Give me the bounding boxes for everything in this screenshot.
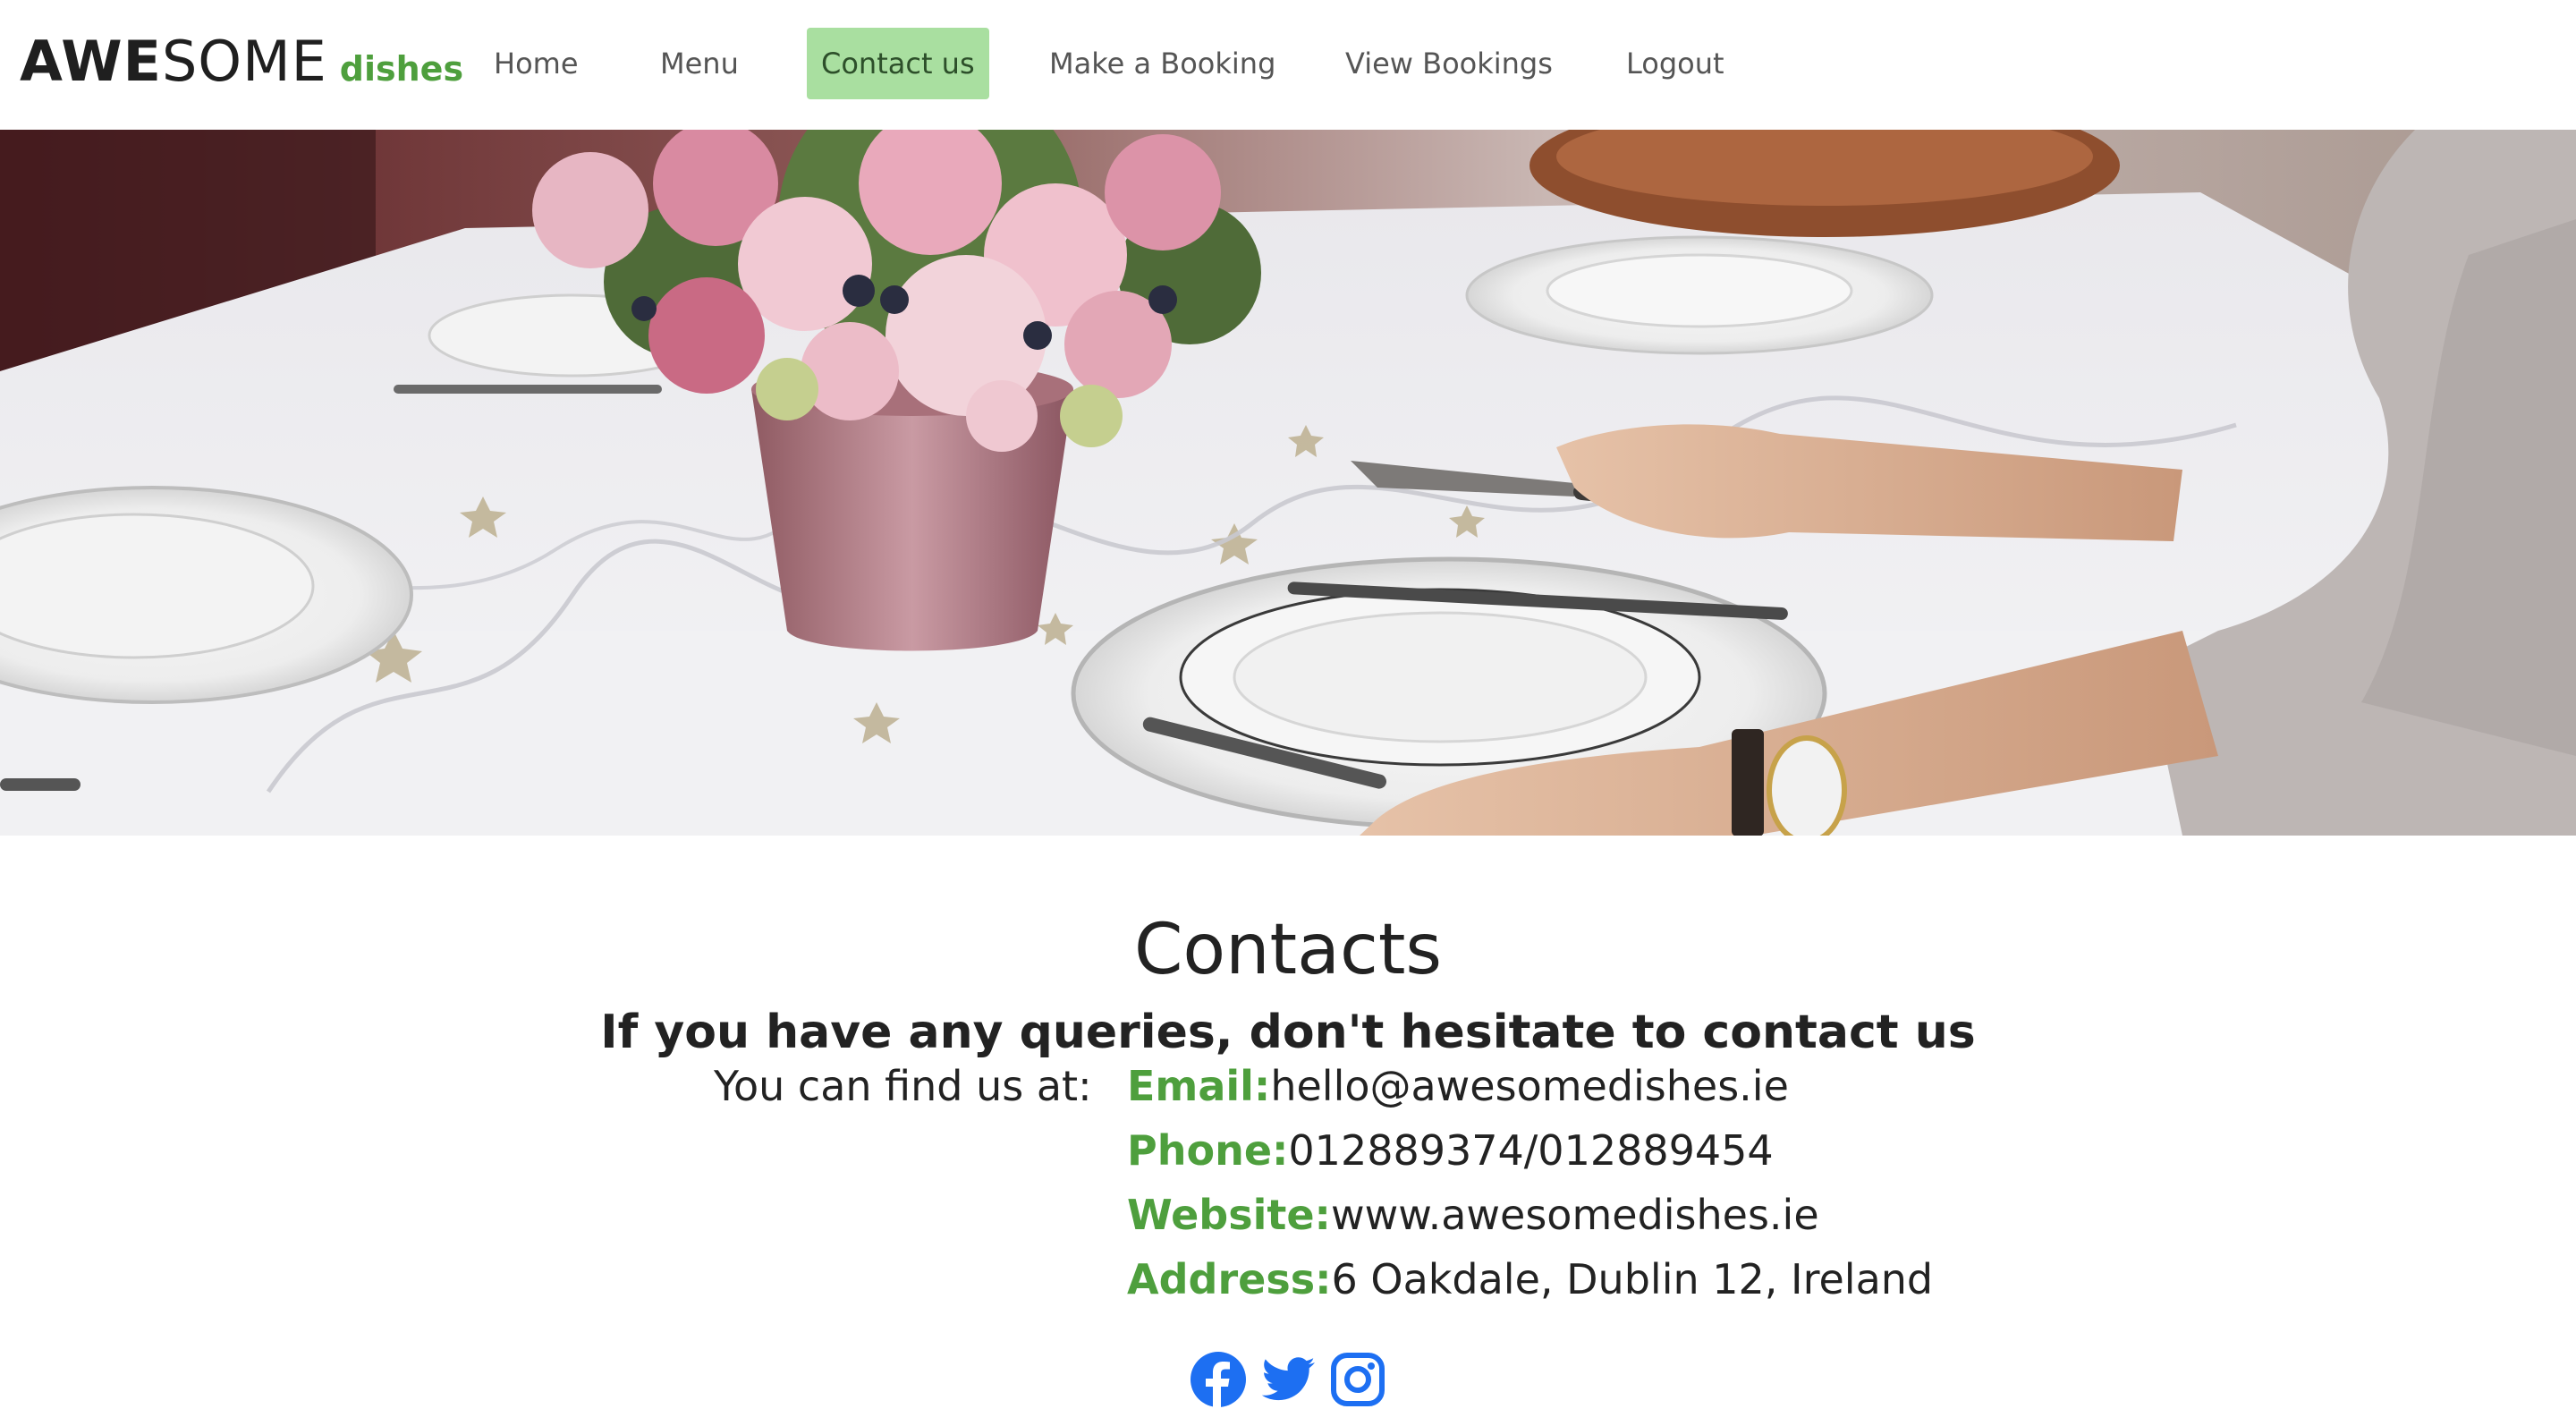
email-label: Email:: [1127, 1062, 1271, 1110]
nav-item-logout[interactable]: Logout: [1612, 28, 1739, 99]
find-us-label: You can find us at:: [714, 1062, 1092, 1110]
website-value[interactable]: www.awesomedishes.ie: [1331, 1191, 1819, 1239]
contact-email: Email:hello@awesomedishes.ie: [1127, 1054, 1789, 1118]
brand-logo-bold: AWE: [20, 29, 162, 94]
brand-logo[interactable]: AWE SOME dishes: [20, 29, 463, 100]
nav-item-contact-us[interactable]: Contact us: [807, 28, 989, 99]
brand-logo-light: SOME: [161, 29, 327, 94]
hero-illustration: [0, 130, 2576, 836]
address-value: 6 Oakdale, Dublin 12, Ireland: [1331, 1255, 1934, 1303]
page-title: Contacts: [1133, 910, 1443, 991]
brand-tagline: dishes: [339, 49, 464, 89]
nav-item-view-bookings[interactable]: View Bookings: [1331, 28, 1567, 99]
instagram-icon[interactable]: [1329, 1351, 1386, 1408]
contact-phone: Phone:012889374/012889454: [1127, 1118, 1774, 1183]
facebook-icon[interactable]: [1190, 1351, 1247, 1408]
contact-address: Address:6 Oakdale, Dublin 12, Ireland: [1127, 1247, 1933, 1311]
email-value[interactable]: hello@awesomedishes.ie: [1270, 1062, 1789, 1110]
nav-item-make-a-booking[interactable]: Make a Booking: [1035, 28, 1290, 99]
hero-image: [0, 130, 2576, 836]
navbar: AWE SOME dishes Home Menu Contact us Make…: [0, 0, 2576, 130]
social-links: [1190, 1351, 1386, 1408]
address-label: Address:: [1127, 1255, 1332, 1303]
twitter-icon[interactable]: [1259, 1351, 1317, 1408]
nav-item-home[interactable]: Home: [479, 28, 593, 99]
nav-item-menu[interactable]: Menu: [646, 28, 753, 99]
phone-label: Phone:: [1127, 1126, 1289, 1175]
website-label: Website:: [1127, 1191, 1331, 1239]
phone-value[interactable]: 012889374/012889454: [1288, 1126, 1773, 1175]
contact-website: Website:www.awesomedishes.ie: [1127, 1183, 1819, 1247]
